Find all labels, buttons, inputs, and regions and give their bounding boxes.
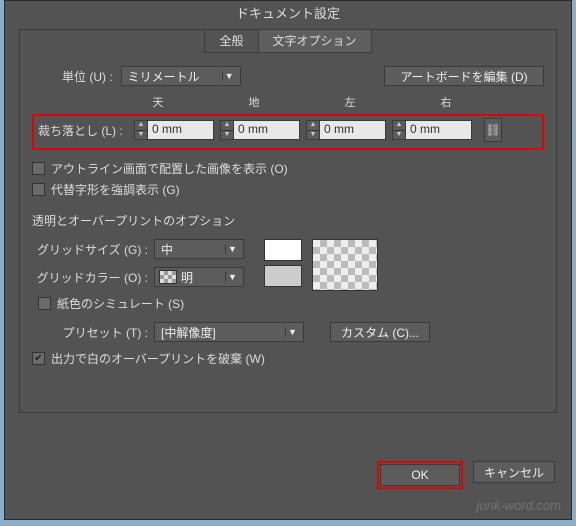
bleed-top-label: 天: [144, 94, 172, 110]
preset-dropdown[interactable]: [中解像度] ▼: [154, 322, 304, 342]
watermark-text: junk-word.com: [476, 498, 561, 513]
gridcolor-dropdown[interactable]: 明 ▼: [154, 267, 244, 287]
tabs: 全般 文字オプション: [20, 29, 556, 53]
step-up-icon[interactable]: ▲: [307, 121, 319, 131]
outline-images-checkbox[interactable]: [32, 162, 45, 175]
document-setup-dialog: ドキュメント設定 全般 文字オプション 単位 (U) : ミリメートル ▼ アー…: [4, 0, 572, 520]
dialog-body: 全般 文字オプション 単位 (U) : ミリメートル ▼ アートボードを編集 (…: [19, 29, 557, 413]
bleed-right-label: 右: [432, 94, 460, 110]
preset-label: プリセット (T) :: [32, 324, 148, 341]
gridsize-value: 中: [159, 241, 225, 258]
simulate-paper-label: 紙色のシミュレート (S): [57, 295, 184, 312]
gridsize-label: グリッドサイズ (G) :: [32, 241, 148, 258]
link-bleed-icon[interactable]: ⛓: [484, 118, 502, 142]
chevron-down-icon: ▼: [285, 327, 299, 337]
discard-white-overprint-label: 出力で白のオーバープリントを破棄 (W): [51, 350, 265, 367]
bleed-top-field[interactable]: ▲▼ 0 mm: [134, 120, 214, 140]
bleed-left-field[interactable]: ▲▼ 0 mm: [306, 120, 386, 140]
chevron-down-icon: ▼: [225, 244, 239, 254]
swatch-white: [264, 239, 302, 261]
tab-type-options[interactable]: 文字オプション: [259, 30, 371, 52]
bleed-right-field[interactable]: ▲▼ 0 mm: [392, 120, 472, 140]
edit-artboards-button[interactable]: アートボードを編集 (D): [384, 66, 544, 86]
cancel-button[interactable]: キャンセル: [473, 461, 555, 483]
ok-button[interactable]: OK: [380, 464, 460, 486]
units-label: 単位 (U) :: [62, 68, 113, 85]
alt-glyph-label: 代替字形を強調表示 (G): [51, 181, 180, 198]
step-down-icon[interactable]: ▼: [221, 131, 233, 140]
chevron-down-icon: ▼: [225, 272, 239, 282]
simulate-paper-checkbox[interactable]: [38, 297, 51, 310]
step-up-icon[interactable]: ▲: [135, 121, 147, 131]
bleed-left-label: 左: [336, 94, 364, 110]
dialog-footer: OK キャンセル: [377, 461, 555, 489]
bleed-bottom-field[interactable]: ▲▼ 0 mm: [220, 120, 300, 140]
bleed-label: 裁ち落とし (L) :: [38, 122, 128, 139]
step-down-icon[interactable]: ▼: [393, 131, 405, 140]
step-up-icon[interactable]: ▲: [393, 121, 405, 131]
gridcolor-swatch-icon: [159, 270, 177, 284]
grid-preview-checker: [312, 239, 378, 291]
chevron-down-icon: ▼: [222, 71, 236, 81]
units-dropdown[interactable]: ミリメートル ▼: [121, 66, 241, 86]
grid-preview-swatches: [264, 239, 302, 287]
ok-highlight-box: OK: [377, 461, 463, 489]
bleed-left-value[interactable]: 0 mm: [320, 120, 386, 140]
alt-glyph-checkbox[interactable]: [32, 183, 45, 196]
swatch-gray: [264, 265, 302, 287]
units-value: ミリメートル: [126, 68, 222, 85]
discard-white-overprint-checkbox[interactable]: ✔: [32, 352, 45, 365]
outline-images-label: アウトライン画面で配置した画像を表示 (O): [51, 160, 288, 177]
dialog-title: ドキュメント設定: [5, 1, 571, 27]
step-down-icon[interactable]: ▼: [307, 131, 319, 140]
custom-button[interactable]: カスタム (C)...: [330, 322, 430, 342]
bleed-highlight-box: 裁ち落とし (L) : ▲▼ 0 mm ▲▼ 0 mm ▲▼ 0 mm ▲▼: [32, 114, 544, 150]
bleed-top-value[interactable]: 0 mm: [148, 120, 214, 140]
gridsize-dropdown[interactable]: 中 ▼: [154, 239, 244, 259]
bleed-bottom-label: 地: [240, 94, 268, 110]
bleed-header-row: 天 地 左 右: [144, 94, 544, 110]
tab-general[interactable]: 全般: [205, 30, 258, 52]
preset-value: [中解像度]: [159, 324, 285, 341]
gridcolor-value: 明: [181, 269, 225, 286]
step-down-icon[interactable]: ▼: [135, 131, 147, 140]
transparency-section-title: 透明とオーバープリントのオプション: [32, 212, 544, 229]
bleed-right-value[interactable]: 0 mm: [406, 120, 472, 140]
gridcolor-label: グリッドカラー (O) :: [32, 269, 148, 286]
step-up-icon[interactable]: ▲: [221, 121, 233, 131]
bleed-bottom-value[interactable]: 0 mm: [234, 120, 300, 140]
